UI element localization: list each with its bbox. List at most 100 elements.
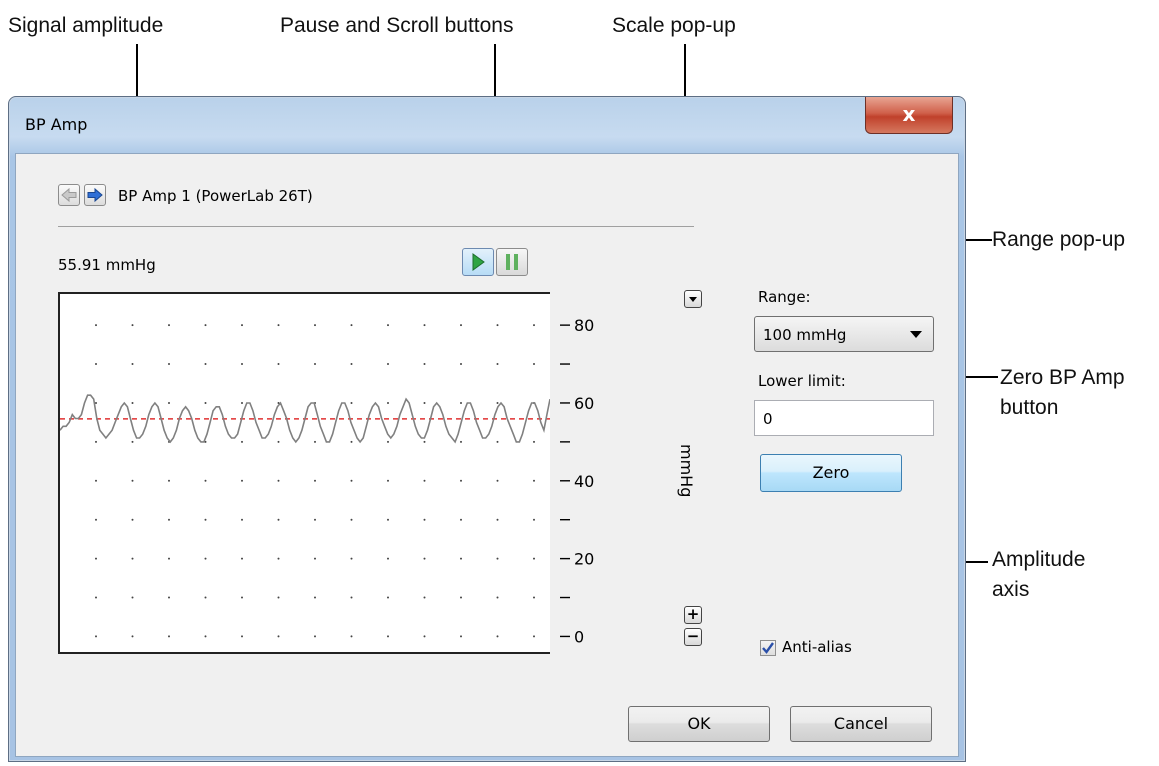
grid-dot [131, 518, 134, 521]
grid-dot [241, 635, 243, 638]
grid-dot [131, 440, 134, 443]
lower-limit-input[interactable]: 0 [754, 400, 934, 436]
callout-amplitude-line2: axis [992, 578, 1030, 601]
grid-dot [496, 479, 499, 482]
grid-dot [496, 557, 499, 560]
grid-dot [95, 401, 97, 404]
grid-dot [460, 401, 462, 404]
grid-dot [423, 596, 426, 599]
range-label: Range: [758, 288, 811, 306]
grid-dot [314, 479, 316, 482]
grid-dot [95, 557, 97, 560]
close-button[interactable]: x [865, 97, 953, 134]
grid-dot [387, 518, 389, 521]
grid-dot [387, 324, 389, 327]
grid-dot [387, 363, 389, 366]
range-value: 100 mmHg [763, 326, 847, 344]
axis-tick-label: 40 [574, 472, 594, 491]
window-title: BP Amp [25, 115, 88, 134]
play-icon [472, 253, 485, 271]
cancel-button[interactable]: Cancel [790, 706, 932, 742]
grid-dot [204, 596, 207, 599]
grid-dot [131, 401, 134, 404]
chevron-down-icon [910, 331, 922, 338]
scroll-button[interactable] [462, 248, 494, 276]
grid-dot [168, 557, 170, 560]
grid-dot [131, 479, 134, 482]
anti-alias-checkbox[interactable] [760, 640, 776, 656]
grid-dot [277, 557, 280, 560]
grid-dot [460, 363, 462, 366]
close-icon: x [902, 102, 916, 126]
grid-dot [387, 557, 389, 560]
minus-icon: − [686, 627, 700, 645]
grid-dot [387, 479, 389, 482]
grid-dot [277, 363, 280, 366]
grid-dot [496, 596, 499, 599]
grid-dot [204, 401, 207, 404]
grid-dot [241, 557, 243, 560]
grid-dot [460, 479, 462, 482]
axis-tick-label: 80 [574, 316, 594, 335]
grid-dot [277, 440, 280, 443]
zoom-out-button[interactable]: − [684, 628, 702, 646]
callout-amplitude-line1: Amplitude [992, 548, 1086, 571]
grid-dot [460, 440, 462, 443]
grid-dot [204, 518, 207, 521]
amplitude-axis: 0 20 40 60 80 [560, 316, 594, 646]
lower-limit-value: 0 [763, 410, 773, 428]
grid-dot [168, 518, 170, 521]
grid-dot [131, 324, 134, 327]
grid-dot [168, 635, 170, 638]
grid-dot [496, 363, 499, 366]
grid-dot [533, 557, 535, 560]
zero-button[interactable]: Zero [760, 454, 902, 492]
axis-tick-label: 20 [574, 550, 594, 569]
next-device-button[interactable] [84, 184, 106, 206]
grid-dot [168, 479, 170, 482]
grid-dot [350, 635, 353, 638]
callout-signal-amplitude: Signal amplitude [8, 14, 164, 37]
grid-dot [423, 401, 426, 404]
axis-tick-label: 0 [574, 627, 584, 646]
previous-device-button[interactable] [58, 184, 80, 206]
grid-dot [460, 324, 462, 327]
grid-dot [204, 479, 207, 482]
zoom-in-button[interactable]: + [684, 606, 702, 624]
grid-dot [204, 324, 207, 327]
grid-dot [533, 324, 535, 327]
plus-icon: + [686, 605, 700, 623]
grid-dot [314, 596, 316, 599]
signal-plot [58, 292, 551, 654]
grid-dot [350, 363, 353, 366]
grid-dot [277, 635, 280, 638]
pause-button[interactable] [496, 248, 528, 276]
grid-dot [95, 363, 97, 366]
grid-dot [350, 596, 353, 599]
anti-alias-label: Anti-alias [782, 638, 852, 656]
callout-zero-line1: Zero BP Amp [1000, 366, 1125, 389]
grid-dot [168, 596, 170, 599]
grid-dot [460, 596, 462, 599]
grid-dot [95, 596, 97, 599]
grid-dot [277, 324, 280, 327]
scale-popup-button[interactable] [684, 290, 702, 308]
grid-dot [314, 635, 316, 638]
grid-dot [387, 401, 389, 404]
grid-dot [533, 518, 535, 521]
callout-pause-scroll: Pause and Scroll buttons [280, 14, 514, 37]
title-bar[interactable]: BP Amp x [9, 97, 965, 153]
grid-dot [314, 440, 316, 443]
range-select[interactable]: 100 mmHg [754, 316, 934, 352]
grid-dot [241, 401, 243, 404]
grid-dot [241, 324, 243, 327]
grid-dot [314, 557, 316, 560]
bp-amp-window: BP Amp x BP Amp 1 (PowerLab 26T) 55.91 m… [8, 96, 966, 762]
grid-dot [95, 635, 97, 638]
callout-range-popup: Range pop-up [992, 228, 1126, 251]
grid-dot [496, 635, 499, 638]
grid-dot [314, 363, 316, 366]
grid-dot [314, 324, 316, 327]
ok-button[interactable]: OK [628, 706, 770, 742]
grid-dot [423, 479, 426, 482]
